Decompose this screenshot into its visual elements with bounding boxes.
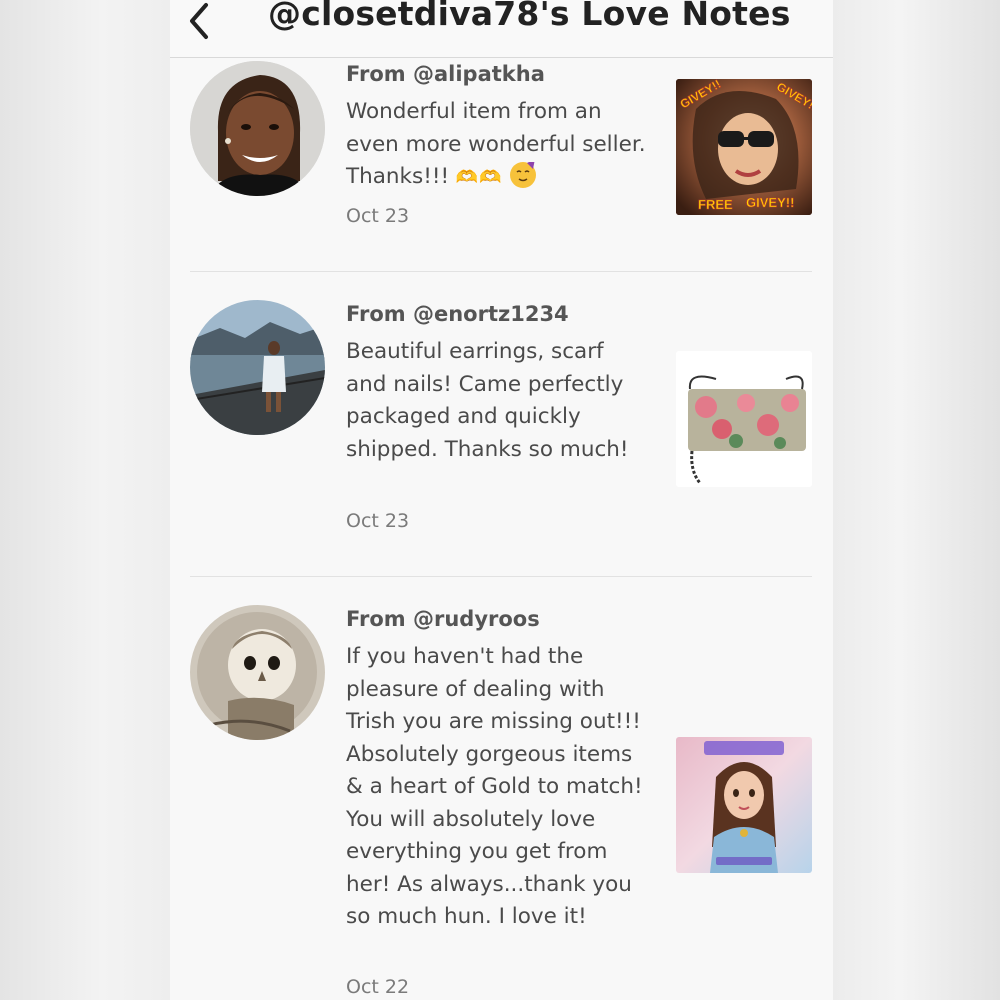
note-message: If you haven't had the pleasure of deali… [346, 644, 643, 929]
background-left [0, 0, 170, 1000]
thumb-label: FREE [698, 197, 733, 212]
back-button[interactable] [176, 0, 224, 40]
heart-hands-icon: 🫶🫶 [455, 167, 503, 188]
love-notes-screen: @closetdiva78's Love Notes From @alipatk… [170, 0, 833, 1000]
item-thumbnail[interactable] [676, 351, 812, 487]
avatar[interactable] [190, 300, 325, 435]
avatar[interactable] [190, 61, 325, 196]
page-title: @closetdiva78's Love Notes [268, 0, 791, 33]
note-date: Oct 23 [346, 205, 410, 227]
divider [190, 271, 812, 272]
note-message: Wonderful item from an even more wonderf… [346, 96, 646, 195]
item-thumbnail[interactable] [676, 737, 812, 873]
header-bar: @closetdiva78's Love Notes [170, 0, 833, 58]
note-message: Beautiful earrings, scarf and nails! Cam… [346, 339, 629, 462]
item-thumbnail[interactable]: GIVEY!! GIVEY!! FREE GIVEY!! [676, 79, 812, 215]
note-date: Oct 22 [346, 976, 410, 998]
note-sender[interactable]: From @rudyroos [346, 607, 540, 631]
background-right [833, 0, 1000, 1000]
party-face-icon [509, 162, 536, 188]
avatar[interactable] [190, 605, 325, 740]
chevron-left-icon [190, 3, 208, 39]
divider [190, 576, 812, 577]
note-sender[interactable]: From @alipatkha [346, 62, 545, 86]
note-sender[interactable]: From @enortz1234 [346, 302, 569, 326]
thumb-label: GIVEY!! [746, 195, 794, 210]
note-date: Oct 23 [346, 510, 410, 532]
